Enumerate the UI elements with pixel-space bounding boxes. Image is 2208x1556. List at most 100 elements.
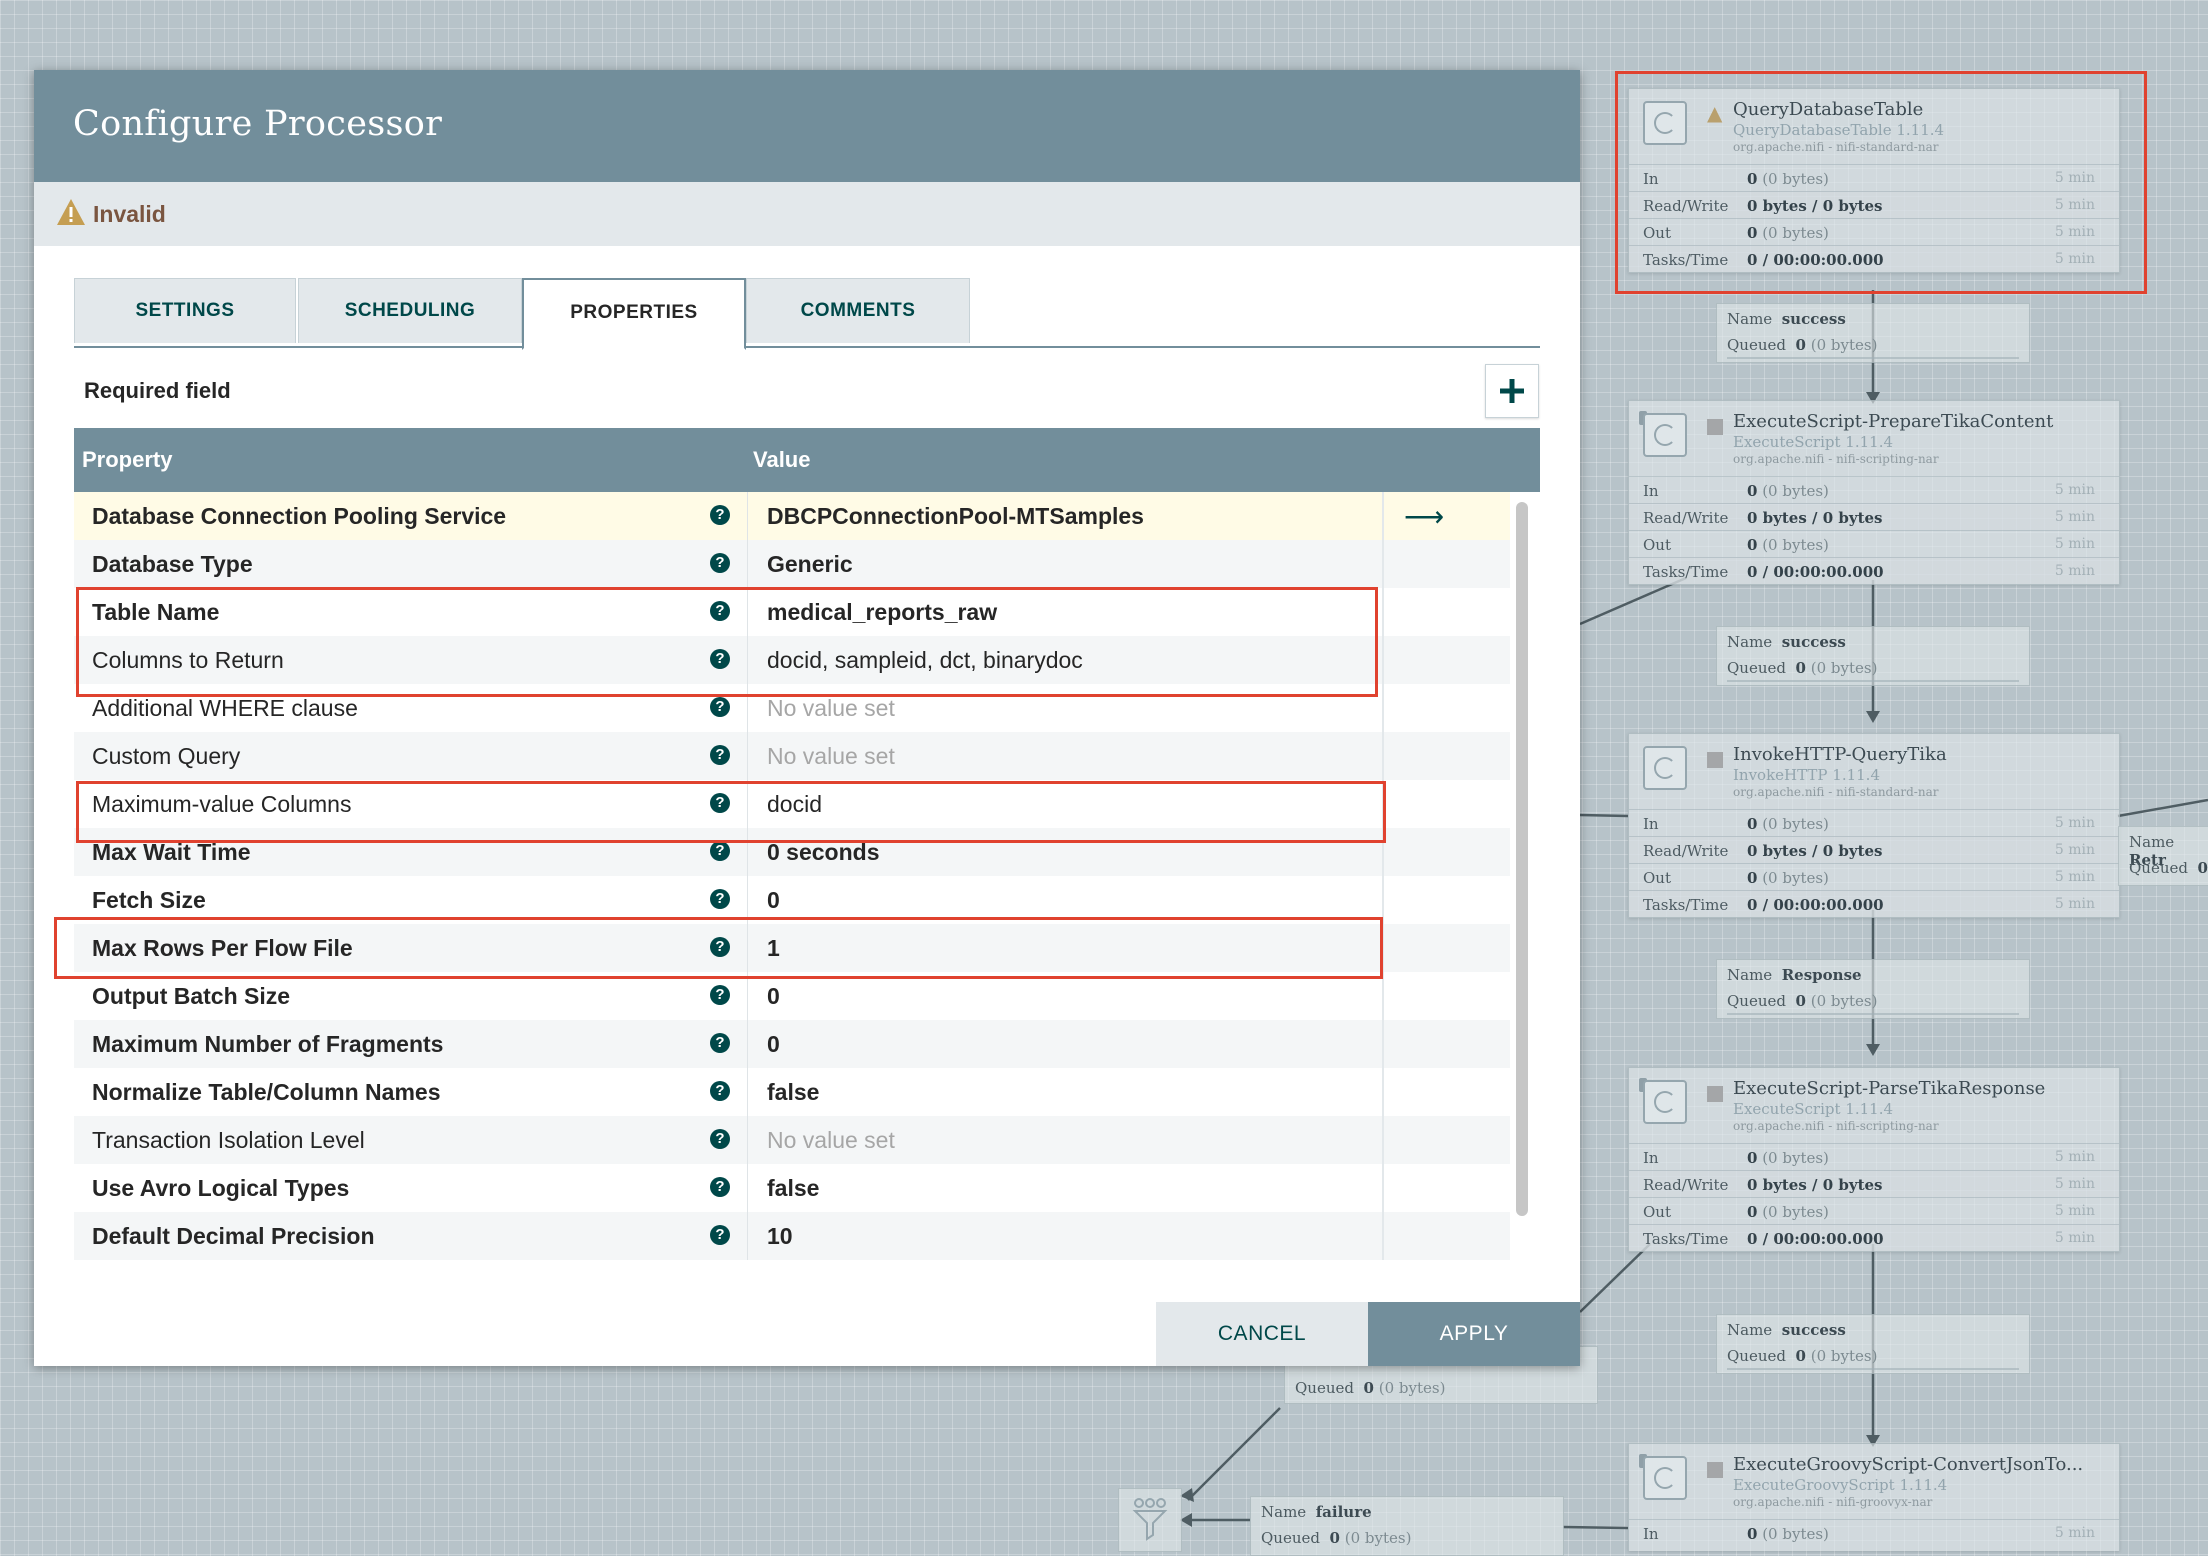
property-name: Additional WHERE clause bbox=[92, 695, 358, 721]
property-row[interactable]: Database Type? Generic bbox=[74, 540, 1510, 589]
property-value[interactable]: Generic bbox=[767, 551, 853, 578]
stat-row: In 0 (0 bytes) 5 min bbox=[1629, 1143, 2119, 1170]
help-icon[interactable]: ? bbox=[710, 505, 730, 525]
property-row[interactable]: Max Wait Time? 0 seconds bbox=[74, 828, 1510, 877]
scrollbar-thumb[interactable] bbox=[1516, 502, 1528, 1216]
column-divider bbox=[747, 636, 748, 684]
processor-icon bbox=[1643, 101, 1687, 145]
column-header-property[interactable]: Property bbox=[82, 447, 172, 473]
help-icon[interactable]: ? bbox=[710, 553, 730, 573]
help-icon[interactable]: ? bbox=[710, 1177, 730, 1197]
property-value[interactable]: false bbox=[767, 1175, 819, 1202]
processor-type: ExecuteGroovyScript 1.11.4 bbox=[1733, 1476, 1948, 1494]
column-divider bbox=[1382, 684, 1384, 732]
help-icon[interactable]: ? bbox=[710, 1033, 730, 1053]
help-icon[interactable]: ? bbox=[710, 601, 730, 621]
property-value[interactable]: 0 bbox=[767, 983, 780, 1010]
stat-row: Read/Write 0 bytes / 0 bytes 5 min bbox=[1629, 836, 2119, 863]
property-value[interactable]: 0 seconds bbox=[767, 839, 880, 866]
plus-icon bbox=[1500, 379, 1524, 403]
connection-label[interactable]: Name success Queued 0 (0 bytes) bbox=[1716, 626, 2030, 686]
stopped-icon bbox=[1707, 1086, 1723, 1102]
property-name: Transaction Isolation Level bbox=[92, 1127, 365, 1153]
processor-bundle: org.apache.nifi - nifi-scripting-nar bbox=[1733, 452, 1939, 466]
stopped-icon bbox=[1707, 1462, 1723, 1478]
property-value[interactable]: medical_reports_raw bbox=[767, 599, 997, 626]
connection-label[interactable]: Name success Queued 0 (0 bytes) bbox=[1716, 1314, 2030, 1374]
tab-scheduling[interactable]: SCHEDULING bbox=[298, 278, 522, 343]
property-value[interactable]: 10 bbox=[767, 1223, 793, 1250]
column-divider bbox=[1382, 540, 1384, 588]
property-row[interactable]: Use Avro Logical Types? false bbox=[74, 1164, 1510, 1213]
property-value[interactable]: No value set bbox=[767, 1127, 895, 1154]
column-divider bbox=[747, 588, 748, 636]
help-icon[interactable]: ? bbox=[710, 985, 730, 1005]
processor-invoke-http-query-tika[interactable]: InvokeHTTP-QueryTika InvokeHTTP 1.11.4 o… bbox=[1628, 733, 2120, 918]
column-divider bbox=[1382, 1116, 1384, 1164]
property-value[interactable]: DBCPConnectionPool-MTSamples bbox=[767, 503, 1144, 530]
warning-icon bbox=[57, 199, 85, 225]
help-icon[interactable]: ? bbox=[710, 841, 730, 861]
status-text: Invalid bbox=[93, 201, 166, 227]
connection-label[interactable]: Name failure Queued 0 (0 bytes) bbox=[1250, 1496, 1564, 1556]
cancel-button[interactable]: CANCEL bbox=[1156, 1302, 1368, 1366]
processor-type: InvokeHTTP 1.11.4 bbox=[1733, 766, 1880, 784]
processor-prepare-tika-content[interactable]: ExecuteScript-PrepareTikaContent Execute… bbox=[1628, 400, 2120, 585]
property-value[interactable]: false bbox=[767, 1079, 819, 1106]
processor-convert-json[interactable]: ExecuteGroovyScript-ConvertJsonTo... Exe… bbox=[1628, 1443, 2120, 1551]
property-value[interactable]: docid, sampleid, dct, binarydoc bbox=[767, 647, 1083, 674]
tab-settings[interactable]: SETTINGS bbox=[74, 278, 296, 343]
help-icon[interactable]: ? bbox=[710, 697, 730, 717]
funnel-icon[interactable] bbox=[1118, 1488, 1182, 1552]
property-value[interactable]: 0 bbox=[767, 887, 780, 914]
property-row[interactable]: Fetch Size? 0 bbox=[74, 876, 1510, 925]
column-divider bbox=[1382, 780, 1384, 828]
help-icon[interactable]: ? bbox=[710, 1129, 730, 1149]
property-value[interactable]: 0 bbox=[767, 1031, 780, 1058]
help-icon[interactable]: ? bbox=[710, 793, 730, 813]
property-value[interactable]: docid bbox=[767, 791, 822, 818]
help-icon[interactable]: ? bbox=[710, 745, 730, 765]
processor-name: QueryDatabaseTable bbox=[1733, 99, 1924, 120]
property-row[interactable]: Transaction Isolation Level? No value set bbox=[74, 1116, 1510, 1165]
property-value[interactable]: No value set bbox=[767, 695, 895, 722]
required-field-label: Required field bbox=[84, 378, 231, 403]
go-to-service-icon[interactable]: ⟶ bbox=[1404, 500, 1444, 533]
add-property-button[interactable] bbox=[1485, 364, 1539, 418]
connection-label[interactable]: Name success Queued 0 (0 bytes) bbox=[1716, 303, 2030, 363]
property-value[interactable]: 1 bbox=[767, 935, 780, 962]
property-row[interactable]: Database Connection Pooling Service? DBCP… bbox=[74, 492, 1510, 541]
stat-row: In 0 (0 bytes) 5 min bbox=[1629, 1519, 2119, 1546]
processor-query-database-table[interactable]: ▲ QueryDatabaseTable QueryDatabaseTable … bbox=[1628, 88, 2120, 273]
help-icon[interactable]: ? bbox=[710, 889, 730, 909]
help-icon[interactable]: ? bbox=[710, 937, 730, 957]
processor-name: InvokeHTTP-QueryTika bbox=[1733, 744, 1947, 765]
tab-properties[interactable]: PROPERTIES bbox=[522, 278, 746, 350]
column-divider bbox=[1382, 636, 1384, 684]
property-row[interactable]: Normalize Table/Column Names? false bbox=[74, 1068, 1510, 1117]
property-row[interactable]: Additional WHERE clause? No value set bbox=[74, 684, 1510, 733]
property-row[interactable]: Table Name? medical_reports_raw bbox=[74, 588, 1510, 637]
property-row[interactable]: Default Decimal Precision? 10 bbox=[74, 1212, 1510, 1260]
property-row[interactable]: Custom Query? No value set bbox=[74, 732, 1510, 781]
column-divider bbox=[1382, 1068, 1384, 1116]
property-value[interactable]: No value set bbox=[767, 743, 895, 770]
column-divider bbox=[747, 1020, 748, 1068]
connection-label[interactable]: Name Response Queued 0 (0 bytes) bbox=[1716, 959, 2030, 1019]
help-icon[interactable]: ? bbox=[710, 649, 730, 669]
dialog-title: Configure Processor bbox=[73, 104, 443, 144]
processor-parse-tika-response[interactable]: ExecuteScript-ParseTikaResponse ExecuteS… bbox=[1628, 1067, 2120, 1252]
connection-label-partial[interactable]: Name Retr Queued 0 bbox=[2118, 826, 2208, 886]
property-row[interactable]: Columns to Return? docid, sampleid, dct, … bbox=[74, 636, 1510, 685]
apply-button[interactable]: APPLY bbox=[1368, 1302, 1580, 1366]
tab-comments[interactable]: COMMENTS bbox=[746, 278, 970, 343]
property-row[interactable]: Output Batch Size? 0 bbox=[74, 972, 1510, 1021]
property-row[interactable]: Maximum Number of Fragments? 0 bbox=[74, 1020, 1510, 1069]
column-divider bbox=[747, 828, 748, 876]
property-row[interactable]: Maximum-value Columns? docid bbox=[74, 780, 1510, 829]
property-row[interactable]: Max Rows Per Flow File? 1 bbox=[74, 924, 1510, 973]
help-icon[interactable]: ? bbox=[710, 1081, 730, 1101]
help-icon[interactable]: ? bbox=[710, 1225, 730, 1245]
column-header-value[interactable]: Value bbox=[753, 447, 810, 473]
processor-icon bbox=[1643, 413, 1687, 457]
